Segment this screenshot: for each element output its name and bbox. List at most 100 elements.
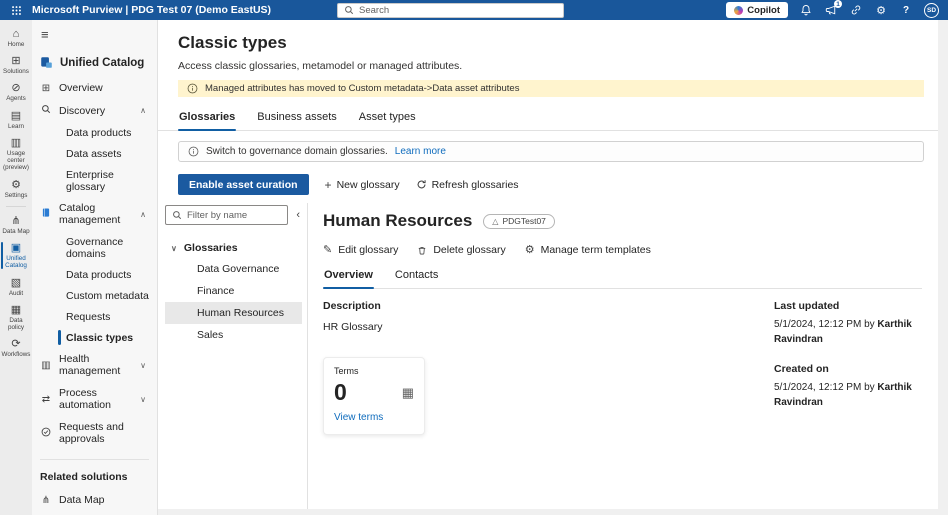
sidebar-item-data-assets[interactable]: Data assets	[32, 143, 157, 164]
rail-item-solutions[interactable]: ⊞ Solutions	[0, 51, 32, 78]
sidebar-group-process-automation[interactable]: ⇄ Process automation ∨	[32, 382, 157, 416]
sidebar-item-requests[interactable]: Requests	[32, 306, 157, 327]
page-title: Classic types	[178, 33, 287, 52]
global-search-input[interactable]: Search	[337, 2, 564, 18]
sidebar-group-catalog-management[interactable]: Catalog management ∧	[32, 197, 157, 231]
glossary-tree-pane: Filter by name ‹ ∨ Glossaries Data Gover…	[158, 203, 308, 509]
description-value: HR Glossary	[323, 321, 383, 333]
copilot-label: Copilot	[747, 4, 780, 16]
rail-item-data-map[interactable]: ⋔ Data Map	[0, 211, 32, 238]
sidebar-item-requests-approvals[interactable]: Requests and approvals	[32, 416, 157, 450]
sidebar-title[interactable]: Unified Catalog	[32, 47, 157, 77]
info-banner: Switch to governance domain glossaries. …	[178, 141, 924, 162]
trash-icon	[417, 245, 427, 256]
sidebar-group-discovery[interactable]: Discovery ∧	[32, 99, 157, 122]
notification-badge: 1	[834, 0, 842, 8]
refresh-glossaries-button[interactable]: Refresh glossaries	[416, 179, 519, 191]
refresh-icon	[416, 179, 427, 190]
check-circle-icon	[40, 427, 52, 440]
tree-item-data-governance[interactable]: Data Governance	[165, 258, 302, 280]
glossary-actions: Enable asset curation + New glossary Ref…	[178, 174, 924, 195]
sidebar-item-data-products[interactable]: Data products	[32, 122, 157, 143]
sidebar-item-data-map[interactable]: ⋔ Data Map	[32, 489, 157, 511]
data-map-icon: ⋔	[41, 494, 51, 506]
chevron-down-icon: ∨	[140, 360, 146, 370]
sidebar-group-health-management[interactable]: ▥ Health management ∨	[32, 348, 157, 382]
tree-item-human-resources[interactable]: Human Resources	[165, 302, 302, 324]
plus-icon: +	[324, 177, 332, 192]
settings-gear-icon[interactable]: ⚙	[874, 3, 888, 17]
user-avatar[interactable]: SD	[924, 2, 939, 18]
waffle-menu-icon[interactable]	[0, 0, 32, 20]
overview-icon: ⊞	[41, 82, 51, 94]
view-terms-link[interactable]: View terms	[334, 412, 383, 423]
glossary-command-bar: ✎ Edit glossary Delete glossary ⚙ Manage…	[323, 244, 922, 256]
sidebar-item-overview[interactable]: ⊞ Overview	[32, 77, 157, 99]
help-icon[interactable]: ?	[899, 3, 913, 17]
enable-asset-curation-button[interactable]: Enable asset curation	[178, 174, 309, 195]
connected-services-link-icon[interactable]	[849, 3, 863, 17]
chevron-up-icon: ∧	[140, 106, 146, 115]
terms-grid-icon: ▦	[401, 384, 414, 400]
collection-icon: △	[492, 216, 499, 226]
glossary-meta: Last updated 5/1/2024, 12:12 PM by Karth…	[774, 300, 922, 509]
rail-item-settings[interactable]: ⚙ Settings	[0, 175, 32, 202]
unified-catalog-logo-icon	[41, 57, 52, 68]
chevron-down-icon: ∨	[140, 394, 146, 404]
catalog-sidebar: ≡ Unified Catalog ⊞ Overview Discovery ∧ …	[32, 20, 158, 515]
data-map-icon: ⋔	[11, 214, 21, 227]
rail-item-learn[interactable]: ▤ Learn	[0, 106, 32, 133]
sidebar-item-custom-metadata[interactable]: Custom metadata	[32, 285, 157, 306]
page-subtitle: Access classic glossaries, metamodel or …	[178, 60, 463, 72]
warning-banner: Managed attributes has moved to Custom m…	[178, 80, 924, 97]
classic-types-tabs: Glossaries Business assets Asset types	[158, 106, 938, 131]
tree-root-glossaries[interactable]: ∨ Glossaries	[165, 238, 302, 258]
sidebar-item-data-products-mgmt[interactable]: Data products	[32, 264, 157, 285]
search-placeholder: Search	[359, 4, 390, 16]
rail-item-data-policy[interactable]: ▦ Data policy	[0, 300, 32, 334]
edit-glossary-button[interactable]: ✎ Edit glossary	[323, 244, 398, 256]
created-on-block: Created on 5/1/2024, 12:12 PM by Karthik…	[774, 363, 912, 408]
rail-item-agents[interactable]: ⊘ Agents	[0, 78, 32, 105]
tree-item-sales[interactable]: Sales	[165, 324, 302, 346]
delete-glossary-button[interactable]: Delete glossary	[417, 244, 506, 256]
terms-card-label: Terms	[334, 366, 359, 376]
terms-card: Terms 0 ▦ View terms	[323, 357, 425, 435]
topbar: Microsoft Purview | PDG Test 07 (Demo Ea…	[0, 0, 948, 20]
manage-term-templates-button[interactable]: ⚙ Manage term templates	[525, 244, 651, 256]
tab-glossaries[interactable]: Glossaries	[178, 106, 237, 131]
app-rail: ⌂ Home ⊞ Solutions ⊘ Agents ▤ Learn ▥ Usage c…	[0, 20, 32, 515]
info-icon	[188, 146, 199, 157]
rail-item-workflows[interactable]: ⟳ Workflows	[0, 334, 32, 361]
rail-item-audit[interactable]: ▧ Audit	[0, 273, 32, 300]
rail-item-usage-center[interactable]: ▥ Usage center (preview)	[0, 133, 32, 175]
gear-icon: ⚙	[524, 243, 535, 256]
home-icon: ⌂	[12, 28, 20, 40]
rail-item-home[interactable]: ⌂ Home	[0, 24, 32, 51]
collapse-pane-icon[interactable]: ‹	[294, 209, 302, 221]
tab-contacts[interactable]: Contacts	[394, 264, 439, 288]
gear-icon: ⚙	[11, 178, 21, 191]
filter-by-name-input[interactable]: Filter by name	[165, 205, 289, 225]
learn-more-link[interactable]: Learn more	[395, 146, 446, 157]
sidebar-divider	[40, 459, 149, 460]
copilot-icon	[734, 5, 744, 15]
sidebar-item-enterprise-glossary[interactable]: Enterprise glossary	[32, 164, 157, 197]
copilot-button[interactable]: Copilot	[726, 2, 788, 18]
purview-app: Microsoft Purview | PDG Test 07 (Demo Ea…	[0, 0, 948, 515]
tab-business-assets[interactable]: Business assets	[256, 106, 337, 130]
description-label: Description	[323, 300, 381, 312]
solutions-icon: ⊞	[11, 55, 21, 68]
sidebar-collapse-icon[interactable]: ≡	[32, 20, 157, 47]
new-glossary-button[interactable]: + New glossary	[325, 179, 400, 191]
notifications-bell-icon[interactable]	[799, 3, 813, 17]
rail-item-unified-catalog[interactable]: ▣ Unified Catalog	[0, 238, 32, 272]
sidebar-item-governance-domains[interactable]: Governance domains	[32, 231, 157, 264]
tree-item-finance[interactable]: Finance	[165, 280, 302, 302]
tab-asset-types[interactable]: Asset types	[358, 106, 417, 130]
sidebar-item-classic-types[interactable]: Classic types	[32, 327, 157, 348]
tab-overview[interactable]: Overview	[323, 264, 374, 289]
collection-badge[interactable]: △ PDGTest07	[483, 213, 555, 229]
whats-new-megaphone-icon[interactable]: 1	[824, 0, 842, 17]
glossary-title: Human Resources	[323, 211, 473, 230]
